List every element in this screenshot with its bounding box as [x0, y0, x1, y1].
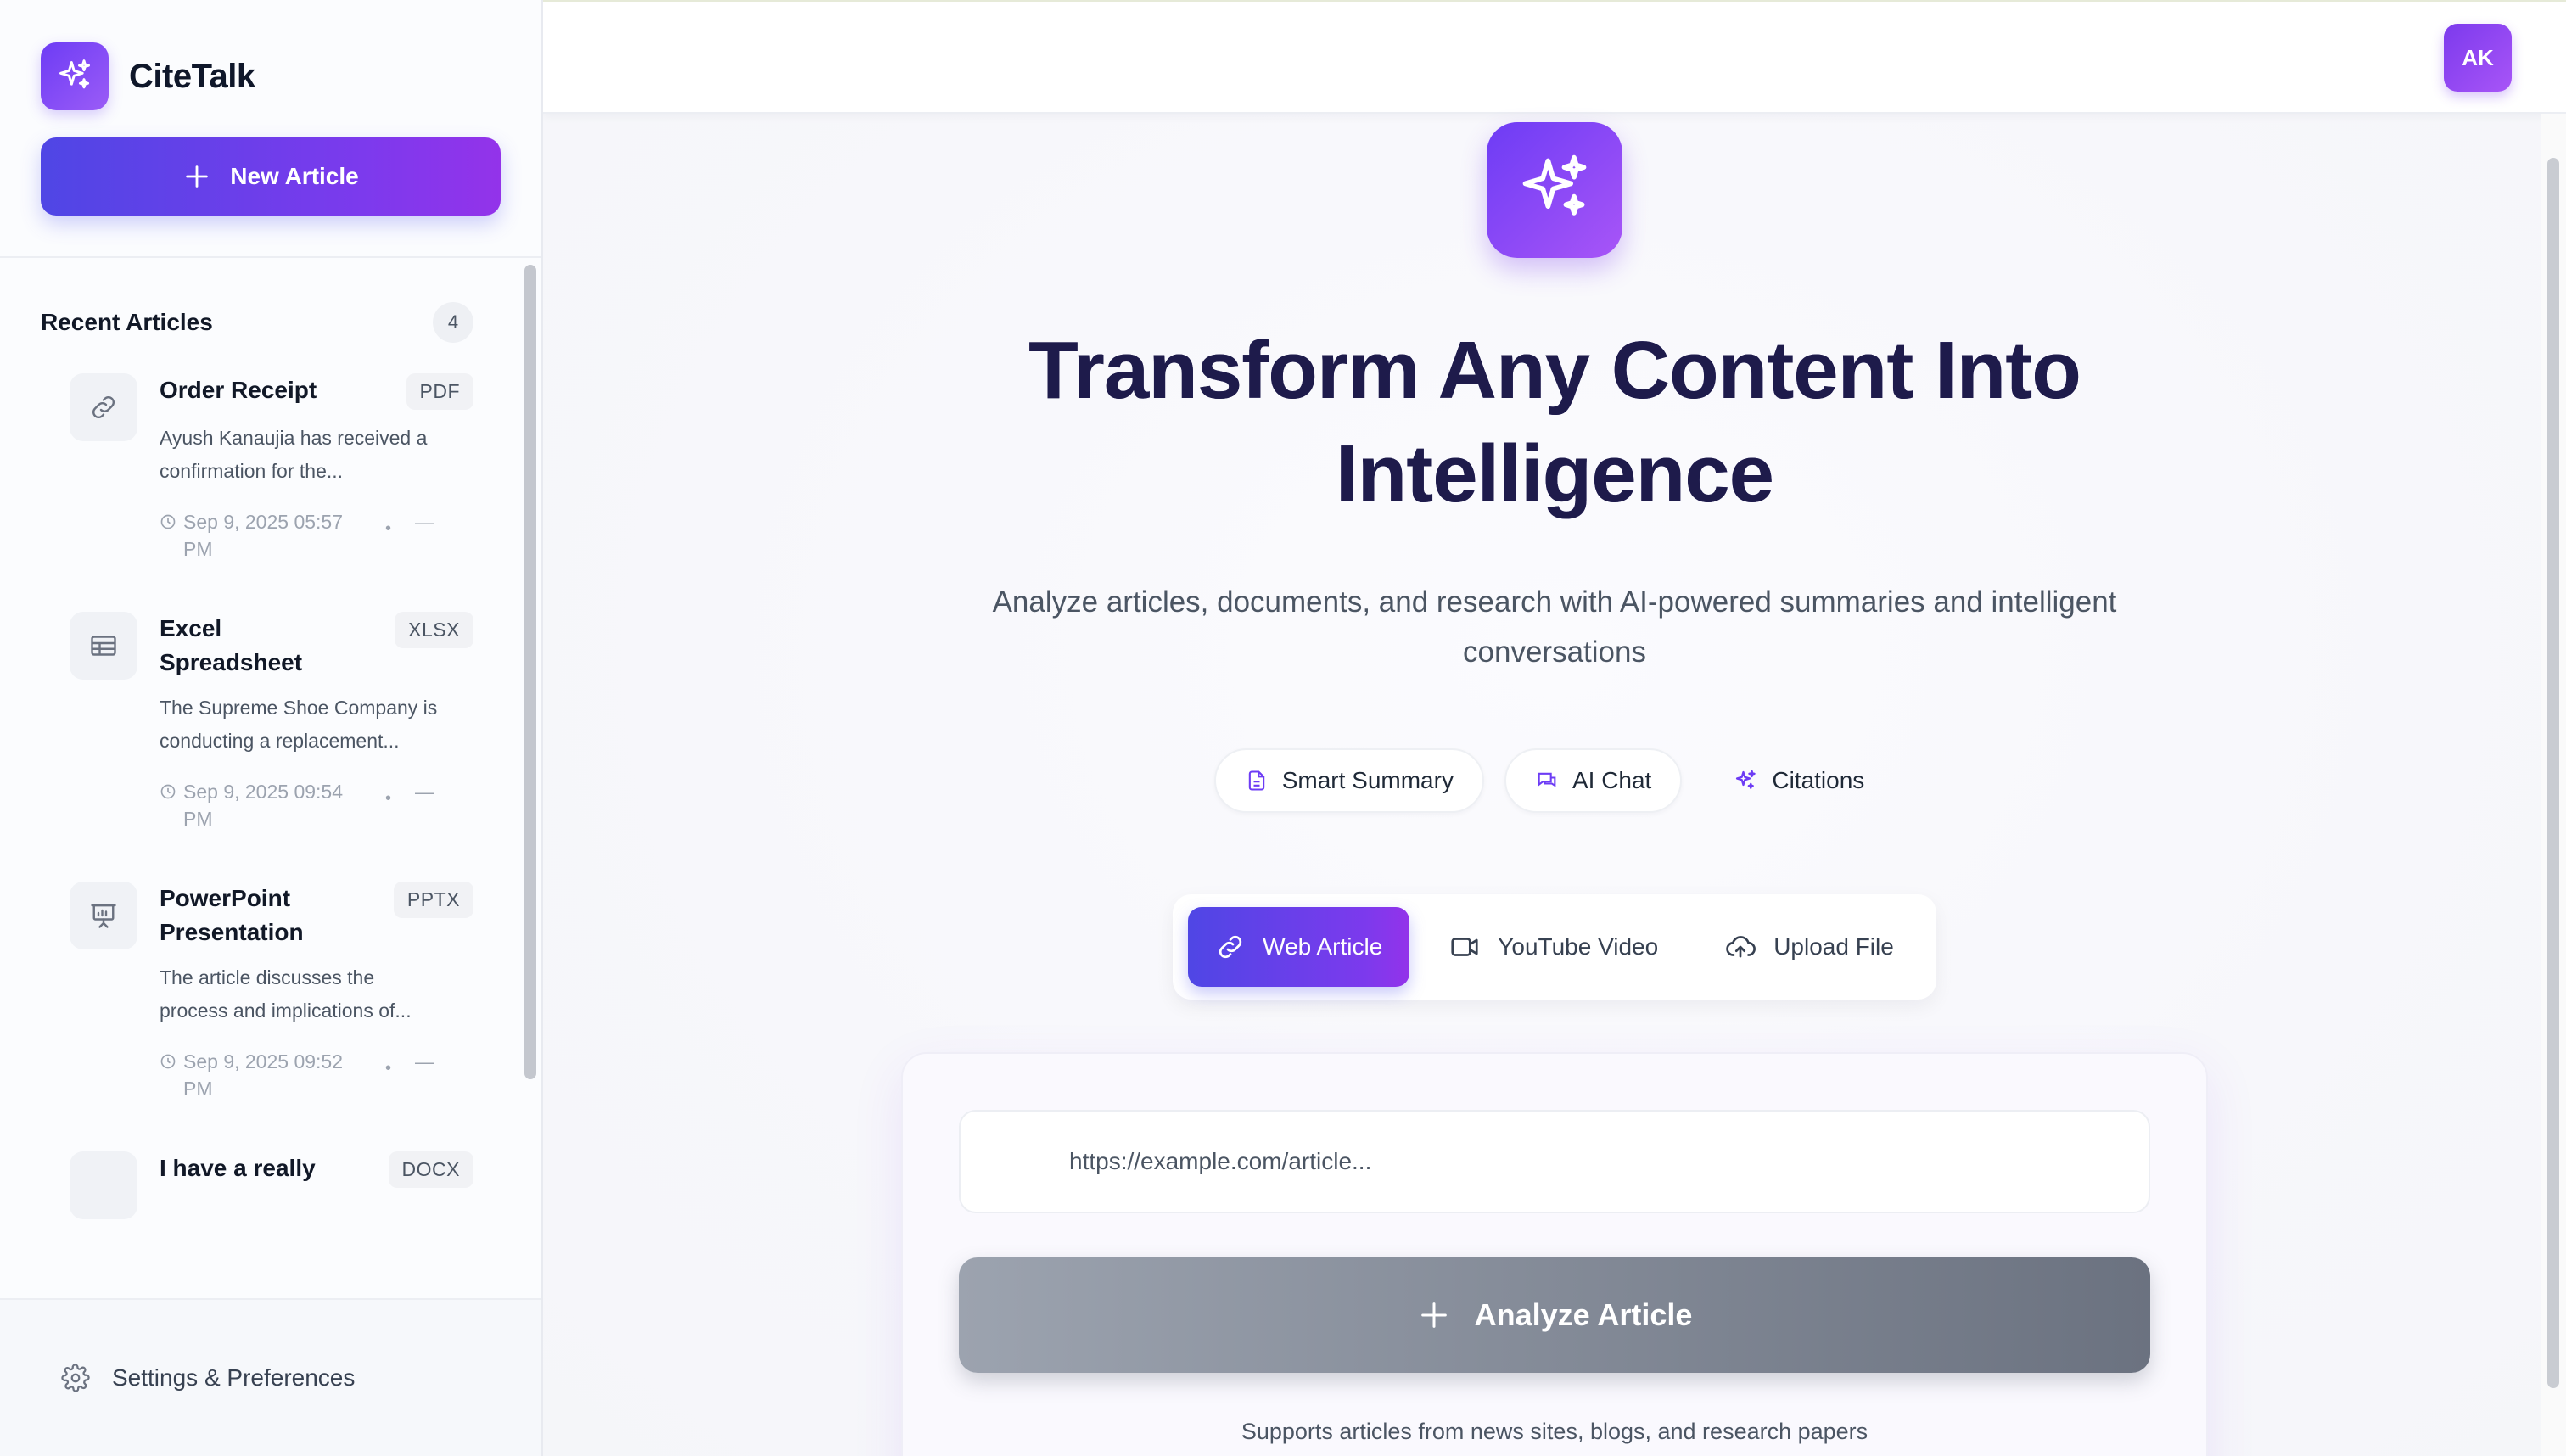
upload-cloud-icon — [1726, 936, 1756, 958]
feature-citations: Citations — [1702, 748, 1895, 813]
analyze-article-button[interactable]: Analyze Article — [959, 1257, 2150, 1373]
file-type-badge: DOCX — [388, 1151, 473, 1188]
dot-separator: • — [385, 789, 392, 808]
dot-separator: • — [385, 519, 392, 538]
hero-section: Transform Any Content Into Intelligence … — [543, 114, 2566, 1456]
article-list: Order Receipt PDF Ayush Kanaujia has rec… — [0, 343, 541, 1219]
list-item[interactable]: Excel Spreadsheet XLSX The Supreme Shoe … — [0, 612, 541, 832]
file-type-badge: PDF — [406, 373, 473, 410]
settings-button[interactable]: Settings & Preferences — [0, 1298, 541, 1456]
tab-label: Upload File — [1773, 933, 1894, 960]
feature-ai-chat: AI Chat — [1504, 748, 1683, 813]
source-tabs: Web Article YouTube Video Upload File — [1173, 894, 1936, 1000]
gear-icon — [61, 1364, 90, 1392]
settings-label: Settings & Preferences — [112, 1364, 356, 1391]
article-description: Ayush Kanaujia has received a confirmati… — [160, 427, 428, 482]
article-body: I have a really DOCX — [160, 1151, 473, 1219]
article-title: Order Receipt — [160, 377, 317, 403]
sidebar: CiteTalk New Article Recent Articles 4 O… — [0, 0, 543, 1456]
article-body: Order Receipt PDF Ayush Kanaujia has rec… — [160, 373, 473, 563]
app-root: CiteTalk New Article Recent Articles 4 O… — [0, 0, 2566, 1456]
article-top: Order Receipt PDF — [160, 373, 473, 410]
sparkles-icon — [1487, 122, 1622, 258]
document-icon — [1248, 770, 1264, 791]
recent-header: Recent Articles 4 — [0, 258, 541, 343]
clock-icon — [160, 1054, 176, 1069]
article-title: PowerPoint Presentation — [160, 885, 304, 945]
article-date: Sep 9, 2025 09:52 PM — [183, 1050, 343, 1100]
tab-upload-file[interactable]: Upload File — [1697, 907, 1921, 987]
recent-articles-count: 4 — [433, 302, 473, 343]
page-title: Transform Any Content Into Intelligence — [961, 319, 2149, 526]
article-body: PowerPoint Presentation PPTX The article… — [160, 882, 473, 1102]
feature-smart-summary: Smart Summary — [1213, 748, 1484, 813]
more-dash[interactable]: — — [415, 1048, 434, 1075]
article-meta: Sep 9, 2025 05:57 PM • — — [160, 508, 473, 563]
avatar[interactable]: AK — [2444, 24, 2512, 92]
table-icon — [70, 612, 137, 680]
link-icon — [1219, 935, 1242, 959]
tab-label: YouTube Video — [1498, 933, 1659, 960]
feature-pills: Smart Summary AI Chat Citations — [1213, 748, 1896, 813]
brand-name: CiteTalk — [129, 57, 255, 95]
article-description: The article discusses the process and im… — [160, 966, 412, 1022]
feature-label: Smart Summary — [1281, 767, 1454, 793]
support-note: Supports articles from news sites, blogs… — [1241, 1419, 1868, 1444]
dot-separator: • — [385, 1059, 392, 1078]
link-icon — [70, 373, 137, 441]
video-icon — [1451, 938, 1478, 956]
doc-icon — [70, 1151, 137, 1219]
article-meta: Sep 9, 2025 09:54 PM • — — [160, 778, 473, 832]
article-top: PowerPoint Presentation PPTX — [160, 882, 473, 949]
file-type-badge: XLSX — [395, 612, 473, 648]
article-meta: Sep 9, 2025 09:52 PM • — — [160, 1048, 473, 1102]
article-title: I have a really — [160, 1155, 316, 1181]
plus-icon — [1420, 1302, 1447, 1328]
article-title: Excel Spreadsheet — [160, 615, 303, 675]
list-item[interactable]: I have a really DOCX — [0, 1151, 541, 1219]
sparkles-icon — [41, 42, 109, 110]
main-content: AK Transform Any Content Into Intelligen… — [543, 0, 2566, 1456]
page-subtitle: Analyze articles, documents, and researc… — [992, 585, 2117, 669]
article-body: Excel Spreadsheet XLSX The Supreme Shoe … — [160, 612, 473, 832]
article-date: Sep 9, 2025 05:57 PM — [183, 511, 343, 560]
new-article-label: New Article — [230, 163, 359, 189]
recent-articles-title: Recent Articles — [41, 309, 213, 335]
tab-label: Web Article — [1263, 933, 1383, 960]
article-top: Excel Spreadsheet XLSX — [160, 612, 473, 680]
analyze-label: Analyze Article — [1474, 1297, 1693, 1332]
article-date: Sep 9, 2025 09:54 PM — [183, 781, 343, 830]
chat-icon — [1538, 772, 1556, 787]
new-article-button[interactable]: New Article — [41, 137, 501, 216]
sidebar-scrollbar[interactable] — [524, 265, 536, 1079]
feature-label: Citations — [1772, 767, 1865, 793]
feature-label: AI Chat — [1572, 767, 1652, 793]
list-item[interactable]: PowerPoint Presentation PPTX The article… — [0, 882, 541, 1102]
clock-icon — [160, 784, 176, 799]
brand[interactable]: CiteTalk — [0, 0, 541, 110]
file-type-badge: PPTX — [393, 882, 473, 918]
clock-icon — [160, 514, 176, 529]
url-input[interactable] — [959, 1110, 2150, 1213]
presentation-icon — [70, 882, 137, 949]
article-description: The Supreme Shoe Company is conducting a… — [160, 697, 438, 752]
article-top: I have a really DOCX — [160, 1151, 473, 1188]
tab-youtube-video[interactable]: YouTube Video — [1421, 907, 1685, 987]
sparkles-icon — [1736, 770, 1756, 789]
more-dash[interactable]: — — [415, 778, 434, 805]
recent-articles-panel: Recent Articles 4 Order Receipt PDF Ayus… — [0, 258, 541, 1298]
top-bar: AK — [543, 0, 2566, 114]
analyze-card: Analyze Article Supports articles from n… — [901, 1052, 2208, 1456]
list-item[interactable]: Order Receipt PDF Ayush Kanaujia has rec… — [0, 373, 541, 563]
more-dash[interactable]: — — [415, 508, 434, 535]
plus-icon — [186, 165, 209, 188]
tab-web-article[interactable]: Web Article — [1188, 907, 1410, 987]
